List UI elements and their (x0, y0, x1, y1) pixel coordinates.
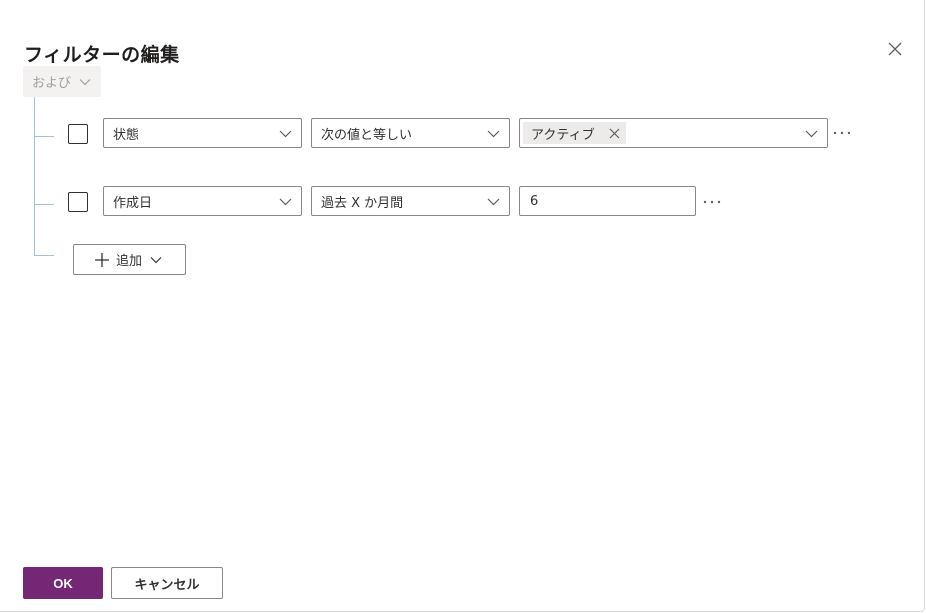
chevron-down-icon (805, 127, 818, 140)
group-operator-dropdown[interactable]: および (23, 66, 101, 97)
field-dropdown-value: 作成日 (113, 195, 153, 211)
value-input[interactable]: 6 (519, 186, 696, 216)
cancel-button[interactable]: キャンセル (111, 567, 223, 599)
chevron-down-icon (279, 195, 292, 208)
value-tag: アクティブ (523, 122, 626, 144)
chevron-down-icon (279, 127, 292, 140)
close-icon (609, 128, 620, 138)
more-options-icon (833, 131, 851, 135)
row-select-checkbox[interactable] (68, 192, 88, 212)
operator-dropdown-value: 過去 X か月間 (321, 195, 404, 211)
close-button[interactable] (884, 38, 906, 60)
edit-filter-dialog: フィルターの編集 および 状態 次の値と等しい アクティブ 作成日 過去 X か… (0, 0, 925, 612)
tree-branch (34, 136, 54, 137)
field-dropdown[interactable]: 状態 (103, 118, 302, 148)
chevron-down-icon (150, 256, 162, 264)
operator-dropdown[interactable]: 過去 X か月間 (311, 186, 510, 216)
more-options-icon (703, 200, 721, 204)
remove-tag-button[interactable] (609, 128, 620, 139)
more-options-button[interactable] (702, 196, 722, 208)
value-input-text: 6 (530, 193, 539, 209)
add-button[interactable]: 追加 (73, 244, 186, 275)
ok-button[interactable]: OK (23, 567, 103, 599)
dialog-title: フィルターの編集 (24, 44, 180, 66)
tree-branch (34, 204, 54, 205)
value-tag-label: アクティブ (531, 127, 595, 143)
add-button-label: 追加 (116, 254, 143, 269)
plus-icon (94, 252, 110, 268)
field-dropdown-value: 状態 (113, 127, 140, 143)
close-icon (888, 42, 902, 56)
more-options-button[interactable] (832, 127, 852, 139)
row-select-checkbox[interactable] (68, 124, 88, 144)
group-operator-label: および (32, 76, 72, 91)
chevron-down-icon (487, 195, 500, 208)
tree-branch (34, 255, 54, 256)
operator-dropdown[interactable]: 次の値と等しい (311, 118, 510, 148)
field-dropdown[interactable]: 作成日 (103, 186, 302, 216)
value-multiselect[interactable]: アクティブ (519, 118, 828, 148)
chevron-down-icon (487, 127, 500, 140)
chevron-down-icon (79, 78, 91, 86)
operator-dropdown-value: 次の値と等しい (321, 127, 413, 143)
tree-connector (34, 97, 35, 256)
